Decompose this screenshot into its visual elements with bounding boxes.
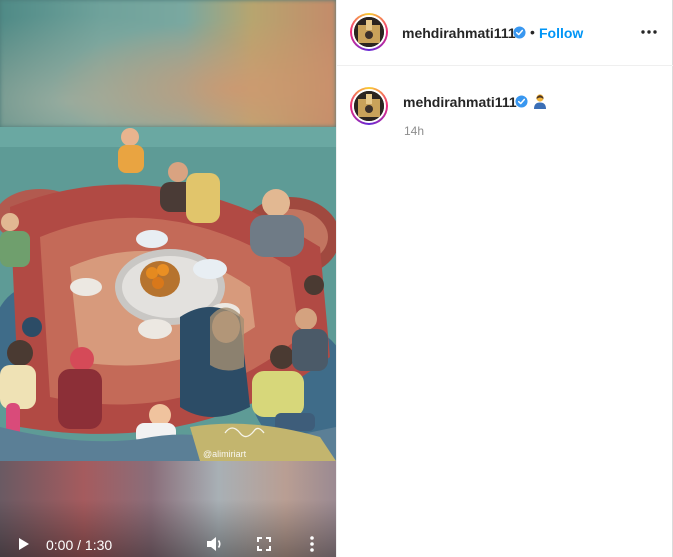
avatar-image bbox=[354, 91, 384, 121]
person-emoji-icon bbox=[534, 94, 546, 109]
author-avatar[interactable] bbox=[350, 13, 388, 51]
play-icon bbox=[19, 538, 29, 550]
caption-author-avatar[interactable] bbox=[350, 87, 388, 125]
post-header: mehdirahmati111 • Follow bbox=[337, 0, 673, 66]
fullscreen-button[interactable] bbox=[254, 534, 274, 554]
video-watermark: @alimiriart bbox=[203, 449, 247, 459]
post-side-panel: mehdirahmati111 • Follow mehdirahmati111… bbox=[336, 0, 673, 557]
caption-username[interactable]: mehdirahmati111 bbox=[403, 94, 517, 110]
volume-icon bbox=[207, 537, 221, 551]
post-time-ago: 14h bbox=[404, 124, 425, 138]
fullscreen-icon bbox=[257, 537, 271, 551]
verified-badge-icon bbox=[515, 95, 528, 108]
video-frame-illustration: @alimiriart bbox=[0, 127, 336, 461]
video-controls: 0:00 / 1:30 bbox=[0, 530, 336, 557]
video-options-button[interactable] bbox=[302, 534, 322, 554]
post-dialog: @alimiriart 0:00 / 1:30 mehdirahmati111 … bbox=[0, 0, 673, 557]
play-button[interactable] bbox=[14, 534, 34, 554]
author-username[interactable]: mehdirahmati111 bbox=[402, 25, 516, 41]
verified-badge-icon bbox=[513, 26, 526, 39]
video-blur-background-top bbox=[0, 0, 336, 127]
mute-button[interactable] bbox=[205, 534, 225, 554]
vertical-dots-icon bbox=[310, 536, 314, 552]
video-time-display: 0:00 / 1:30 bbox=[46, 537, 113, 553]
follow-button[interactable]: Follow bbox=[539, 25, 583, 41]
header-separator: • bbox=[530, 24, 535, 40]
avatar-image bbox=[354, 17, 384, 47]
more-options-icon[interactable] bbox=[639, 22, 659, 42]
video-player[interactable]: @alimiriart 0:00 / 1:30 bbox=[0, 0, 336, 557]
